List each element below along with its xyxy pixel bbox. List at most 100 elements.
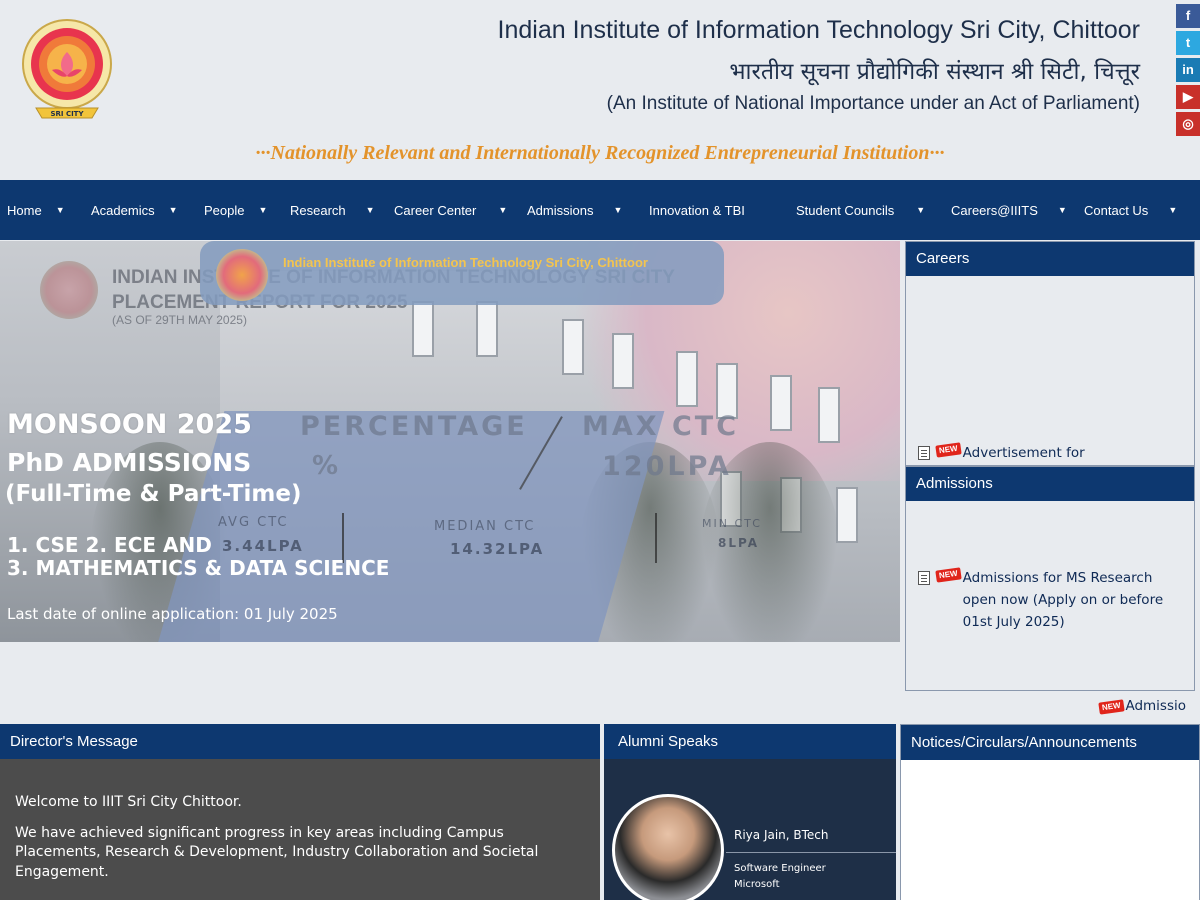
nav-item-career-center[interactable]: Career Center ▼: [379, 180, 513, 240]
building-window: [818, 387, 840, 443]
admissions-news-item[interactable]: NEW Admissions for MS Research open now …: [918, 567, 1184, 633]
placement-percentage-label: PERCENTAGE: [300, 411, 528, 442]
institute-logo[interactable]: SRI CITY: [14, 14, 120, 124]
chevron-down-icon: ▼: [1168, 205, 1178, 215]
institute-title-hindi: भारतीय सूचना प्रौद्योगिकी संस्थान श्री स…: [729, 59, 1140, 85]
nav-label: Careers@IIITS: [951, 202, 1038, 218]
social-links: f t in ▶ ◎: [1176, 4, 1200, 139]
building-window: [676, 351, 698, 407]
chevron-down-icon: ▼: [916, 205, 926, 215]
banner-programs-line1: 1. CSE 2. ECE AND: [7, 533, 212, 557]
new-badge: NEW: [935, 442, 962, 458]
nav-item-people[interactable]: People ▼: [190, 180, 275, 240]
admissions-panel: Admissions NEW Admissions for MS Researc…: [905, 466, 1195, 691]
nav-label: Career Center: [394, 202, 477, 218]
chevron-down-icon: ▼: [258, 205, 268, 215]
avg-ctc-value: 3.44LPA: [222, 537, 304, 555]
alumni-photo[interactable]: [612, 794, 724, 900]
chevron-down-icon: ▼: [365, 205, 375, 215]
building-window: [612, 333, 634, 389]
main-navigation: Home ▼ Academics ▼ People ▼ Research ▼ Caree…: [0, 180, 1200, 240]
avg-ctc-label: AVG CTC: [218, 515, 289, 530]
twitter-icon[interactable]: t: [1176, 31, 1200, 55]
alumni-role: Software Engineer: [734, 863, 826, 874]
svg-text:SRI CITY: SRI CITY: [50, 110, 84, 118]
nav-item-innovation-tbi[interactable]: Innovation & TBI: [635, 180, 789, 240]
banner-institute-logo: [216, 249, 268, 301]
directors-message-paragraph: We have achieved significant progress in…: [15, 824, 539, 880]
new-badge: NEW: [1098, 699, 1125, 715]
median-ctc-label: MEDIAN CTC: [434, 519, 536, 534]
nav-item-contact-us[interactable]: Contact Us ▼: [1077, 180, 1190, 240]
institute-tagline: ···Nationally Relevant and International…: [255, 142, 945, 164]
median-ctc-value: 14.32LPA: [450, 540, 545, 558]
instagram-icon[interactable]: ◎: [1176, 112, 1200, 136]
nav-item-careers-iiits[interactable]: Careers@IIITS ▼: [944, 180, 1077, 240]
placement-report-date: (AS OF 29TH MAY 2025): [112, 313, 247, 327]
careers-panel-title: Careers: [906, 242, 1194, 276]
youtube-icon[interactable]: ▶: [1176, 85, 1200, 109]
stat-divider: [655, 513, 657, 563]
building-window: [836, 487, 858, 543]
banner-institute-badge: [200, 241, 724, 305]
alumni-name: Riya Jain, BTech: [734, 828, 829, 842]
notices-title: Notices/Circulars/Announcements: [901, 725, 1199, 760]
chevron-down-icon: ▼: [168, 205, 178, 215]
news-ticker[interactable]: NEW Admissio: [1098, 698, 1186, 715]
nav-item-student-councils[interactable]: Student Councils ▼: [789, 180, 944, 240]
nav-item-research[interactable]: Research ▼: [275, 180, 379, 240]
placement-max-ctc-value: 120LPA: [602, 451, 732, 482]
divider: [726, 852, 896, 853]
nav-label: Academics: [91, 202, 155, 218]
new-badge: NEW: [935, 567, 962, 583]
banner-title: MONSOON 2025: [7, 409, 252, 440]
notices-list: [901, 760, 1199, 900]
nav-label: Admissions: [527, 202, 594, 218]
nav-label: People: [204, 202, 245, 218]
banner-subtitle: PhD ADMISSIONS: [7, 448, 252, 477]
chevron-down-icon: ▼: [498, 205, 508, 215]
nav-label: Innovation & TBI: [649, 202, 745, 218]
banner-mode: (Full-Time & Part-Time): [5, 481, 302, 507]
placement-max-ctc-label: MAX CTC: [582, 411, 740, 442]
careers-news-text: Advertisement for: [962, 445, 1085, 461]
directors-message-card: Director's Message Welcome to IIIT Sri C…: [0, 724, 600, 900]
alumni-speaks-title: Alumni Speaks: [604, 724, 896, 759]
careers-panel: Careers NEW Advertisement for: [905, 241, 1195, 466]
chevron-down-icon: ▼: [55, 205, 65, 215]
notices-card: Notices/Circulars/Announcements: [900, 724, 1200, 900]
institute-title-english: Indian Institute of Information Technolo…: [497, 16, 1140, 44]
facebook-icon[interactable]: f: [1176, 4, 1200, 28]
institute-subtitle: (An Institute of National Importance und…: [606, 93, 1140, 114]
building-window: [562, 319, 584, 375]
admissions-panel-title: Admissions: [906, 467, 1194, 501]
careers-news-item[interactable]: NEW Advertisement for: [918, 442, 1085, 464]
document-icon: [918, 446, 930, 460]
alumni-speaks-card: Alumni Speaks Riya Jain, BTech Software …: [604, 724, 896, 900]
banner-programs-line2: 3. MATHEMATICS & DATA SCIENCE: [7, 556, 390, 580]
admissions-news-text: Admissions for MS Research open now (App…: [962, 570, 1164, 630]
alumni-organization: Microsoft: [734, 879, 780, 890]
banner-institute-name: Indian Institute of Information Technolo…: [283, 255, 648, 270]
banner-last-date: Last date of online application: 01 July…: [7, 605, 338, 623]
directors-message-body: Welcome to IIIT Sri City Chittoor. We ha…: [0, 759, 600, 882]
directors-message-title: Director's Message: [0, 724, 600, 759]
nav-label: Contact Us: [1084, 202, 1149, 218]
min-ctc-value: 8LPA: [718, 536, 759, 550]
directors-message-paragraph: Welcome to IIIT Sri City Chittoor.: [15, 794, 242, 810]
nav-item-home[interactable]: Home ▼: [0, 180, 77, 240]
hero-banner[interactable]: INDIAN INSTITUTE OF INFORMATION TECHNOLO…: [0, 241, 900, 642]
nav-label: Home: [7, 202, 42, 218]
chevron-down-icon: ▼: [1057, 205, 1067, 215]
building-window: [770, 375, 792, 431]
nav-item-admissions[interactable]: Admissions ▼: [513, 180, 635, 240]
nav-item-academics[interactable]: Academics ▼: [77, 180, 190, 240]
ticker-text: Admissio: [1125, 698, 1186, 714]
min-ctc-label: MIN CTC: [702, 517, 762, 530]
nav-label: Research: [290, 202, 346, 218]
nav-label: Student Councils: [796, 202, 895, 218]
linkedin-icon[interactable]: in: [1176, 58, 1200, 82]
placement-percentage-value: %: [312, 451, 342, 481]
document-icon: [918, 571, 930, 585]
chevron-down-icon: ▼: [613, 205, 623, 215]
